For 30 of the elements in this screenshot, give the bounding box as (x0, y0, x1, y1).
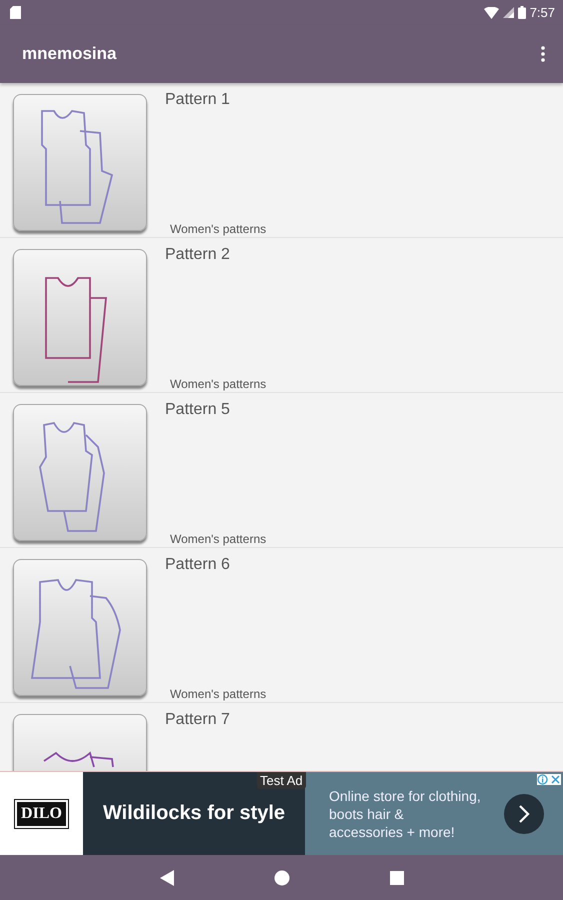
ad-label: Test Ad (257, 772, 306, 789)
chevron-right-icon[interactable] (504, 794, 544, 834)
pattern-list-item[interactable]: Pattern 5 Women's patterns (0, 393, 563, 548)
battery-icon (518, 6, 526, 19)
sd-card-icon (10, 6, 21, 19)
clock-time: 7:57 (530, 5, 555, 20)
pattern-title: Pattern 2 (165, 246, 231, 264)
pattern-title: Pattern 7 (165, 711, 231, 729)
info-icon[interactable] (537, 774, 548, 785)
pattern-category: Women's patterns (170, 377, 268, 391)
back-icon[interactable] (160, 870, 174, 886)
wifi-icon (484, 6, 499, 18)
pattern-category: Women's patterns (170, 532, 268, 546)
ad-description: Online store for clothing, boots hair & accessories + more! (329, 786, 481, 840)
pattern-category: Women's patterns (170, 222, 268, 236)
pattern-list-item[interactable]: Pattern 2 Women's patterns (0, 238, 563, 393)
pattern-category: Women's patterns (170, 687, 268, 701)
pattern-title: Pattern 5 (165, 401, 231, 419)
pattern-title: Pattern 1 (165, 91, 231, 109)
pattern-title: Pattern 6 (165, 556, 231, 574)
app-title: mnemosina (22, 44, 118, 64)
pattern-list-item[interactable]: Pattern 1 Women's patterns (0, 83, 563, 238)
home-icon[interactable] (274, 870, 290, 886)
recents-icon[interactable] (390, 870, 404, 884)
signal-icon (502, 7, 514, 18)
pattern-list-item[interactable]: Pattern 6 Women's patterns (0, 548, 563, 703)
close-icon[interactable] (550, 774, 561, 785)
brand-logo: DILO (15, 800, 68, 828)
ad-headline: Wildilocks for style (102, 802, 286, 825)
ad-banner[interactable]: DILO Wildilocks for style Online store for clothing, boots hair & accessories + more! Test Ad (0, 771, 563, 855)
